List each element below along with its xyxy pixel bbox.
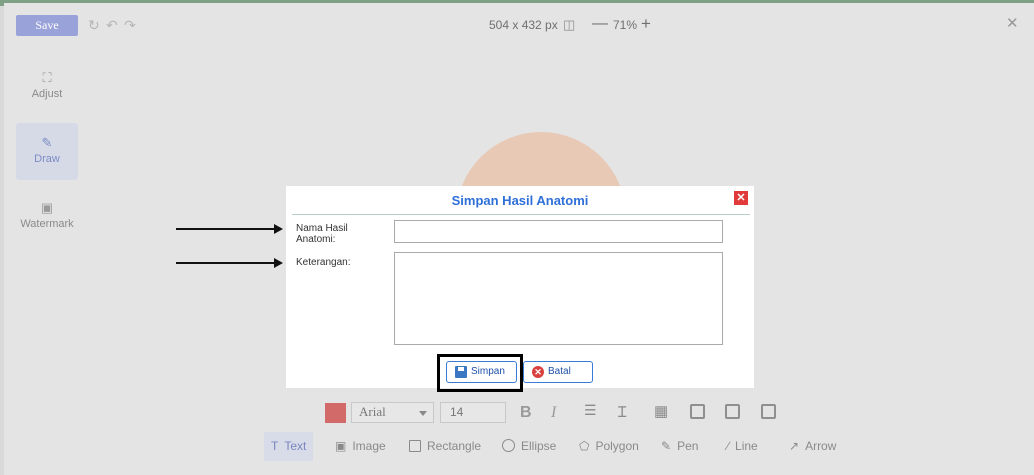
tool-image[interactable]: ▣ Image bbox=[335, 432, 386, 461]
sidebar-item-adjust[interactable]: ⛶ Adjust bbox=[16, 58, 78, 115]
tool-label: Line bbox=[735, 439, 758, 453]
tool-label: Rectangle bbox=[427, 439, 482, 453]
sidebar-item-draw[interactable]: ✎ Draw bbox=[16, 123, 78, 180]
tool-label: Arrow bbox=[805, 439, 837, 453]
pen-icon: ✎ bbox=[661, 439, 672, 453]
redo-icon[interactable]: ↷ bbox=[124, 17, 136, 34]
batal-button-label: Batal bbox=[548, 366, 571, 377]
image-dimensions: 504 x 432 px bbox=[489, 18, 558, 32]
close-editor-icon[interactable]: ✕ bbox=[1006, 14, 1019, 32]
tool-polygon[interactable]: ⬠ Polygon bbox=[579, 432, 639, 461]
close-icon[interactable]: ✕ bbox=[734, 191, 748, 205]
font-family-select[interactable]: Arial bbox=[351, 402, 434, 423]
zoom-level: 71% bbox=[613, 18, 638, 32]
text-cursor-icon: T bbox=[271, 439, 279, 453]
text-box-icon[interactable]: Ɪ bbox=[618, 402, 626, 422]
align-icon[interactable]: ☰ bbox=[584, 402, 597, 419]
chevron-down-icon bbox=[419, 411, 427, 416]
save-button[interactable]: Save bbox=[16, 15, 78, 36]
stroke-icon[interactable] bbox=[690, 404, 705, 419]
sidebar-item-label: Adjust bbox=[31, 88, 63, 100]
batal-button[interactable]: ✕ Batal bbox=[523, 361, 593, 383]
image-icon: ▣ bbox=[40, 200, 54, 215]
reset-icon[interactable]: ↻ bbox=[88, 17, 100, 34]
line-icon: ∕ bbox=[727, 439, 730, 453]
dialog-title: Simpan Hasil Anatomi bbox=[451, 193, 589, 208]
save-anatomy-dialog: Simpan Hasil Anatomi ✕ Nama Hasil Anatom… bbox=[286, 186, 754, 392]
undo-icon[interactable]: ↶ bbox=[106, 17, 118, 34]
divider bbox=[292, 214, 750, 215]
zoom-in-icon[interactable]: + bbox=[641, 14, 651, 34]
tool-label: Image bbox=[352, 439, 386, 453]
arrow-icon: ↗ bbox=[789, 439, 800, 453]
tool-rectangle[interactable]: Rectangle bbox=[409, 432, 481, 461]
crop-icon: ⛶ bbox=[42, 70, 52, 85]
tool-label: Polygon bbox=[595, 439, 639, 453]
tool-text[interactable]: T Text bbox=[264, 432, 314, 461]
cancel-icon: ✕ bbox=[532, 366, 544, 378]
polygon-icon: ⬠ bbox=[579, 439, 590, 453]
tool-label: Pen bbox=[677, 439, 699, 453]
transparency-icon[interactable]: ▦ bbox=[654, 402, 668, 420]
font-size-input[interactable]: 14 bbox=[440, 402, 506, 423]
simpan-button-label: Simpan bbox=[471, 366, 505, 377]
tool-arrow[interactable]: ↗ Arrow bbox=[789, 432, 836, 461]
ellipse-icon bbox=[502, 439, 515, 452]
sidebar-item-label: Draw bbox=[34, 153, 60, 165]
shadow-icon[interactable] bbox=[725, 404, 740, 419]
annotation-arrow bbox=[176, 258, 283, 268]
text-color-swatch[interactable] bbox=[325, 403, 346, 423]
font-family-value: Arial bbox=[359, 404, 386, 419]
floppy-disk-icon bbox=[455, 366, 467, 378]
tool-line[interactable]: ∕ Line bbox=[727, 432, 758, 461]
sidebar-item-watermark[interactable]: ▣ Watermark bbox=[16, 188, 78, 245]
image-icon: ▣ bbox=[335, 439, 347, 453]
compare-icon[interactable]: ◫ bbox=[563, 17, 575, 33]
annotation-arrow bbox=[176, 224, 283, 234]
background-icon[interactable] bbox=[761, 404, 776, 419]
zoom-out-icon[interactable]: — bbox=[592, 15, 608, 33]
tool-pen[interactable]: ✎ Pen bbox=[661, 432, 698, 461]
tool-ellipse[interactable]: Ellipse bbox=[502, 432, 556, 461]
simpan-button[interactable]: Simpan bbox=[446, 361, 517, 383]
rectangle-icon bbox=[409, 440, 421, 452]
description-field[interactable] bbox=[394, 252, 723, 345]
italic-button[interactable]: I bbox=[551, 404, 556, 422]
tool-label: Ellipse bbox=[521, 439, 557, 453]
name-label: Nama Hasil Anatomi: bbox=[296, 223, 348, 245]
name-field[interactable] bbox=[394, 220, 723, 243]
bold-button[interactable]: B bbox=[520, 404, 532, 422]
sidebar-item-label: Watermark bbox=[20, 218, 74, 230]
tool-label: Text bbox=[284, 439, 307, 453]
description-label: Keterangan: bbox=[296, 257, 351, 268]
pencil-square-icon: ✎ bbox=[41, 135, 53, 150]
